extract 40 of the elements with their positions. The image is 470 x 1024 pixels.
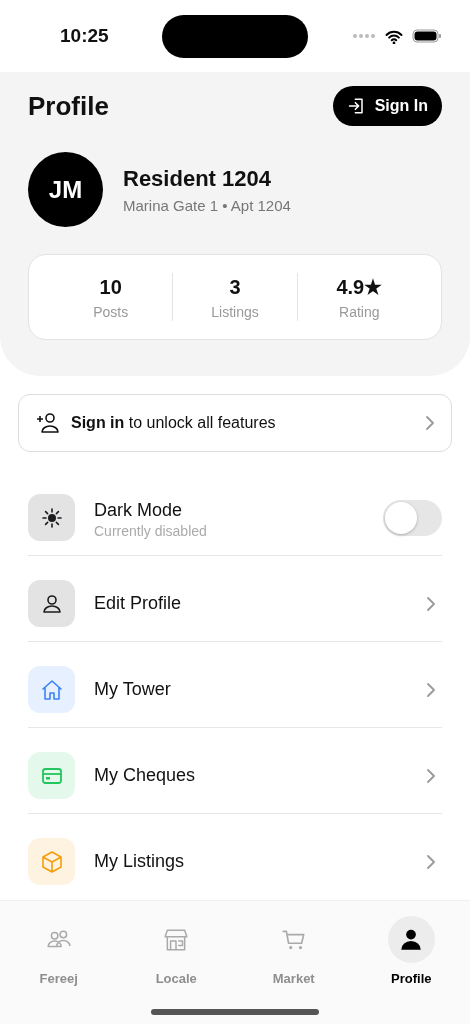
menu-label: My Tower (94, 678, 172, 701)
signal-icon (352, 33, 376, 39)
sign-in-button[interactable]: Sign In (332, 86, 442, 126)
banner-text: Sign in to unlock all features (71, 413, 277, 433)
wifi-icon (384, 28, 404, 44)
menu-label: My Listings (94, 850, 186, 873)
status-time: 10:25 (60, 23, 110, 48)
stat-value: 10 (99, 274, 122, 300)
menu-subtitle: Currently disabled (94, 524, 208, 538)
stat-label: Posts (93, 302, 129, 322)
cube-icon (39, 849, 64, 874)
toggle-switch[interactable] (383, 499, 442, 536)
menu-row[interactable]: My Listings (28, 814, 442, 885)
battery-icon (412, 29, 442, 43)
menu-label: Edit Profile (94, 592, 183, 615)
page-title: Profile (28, 89, 109, 123)
menu-label: Dark Mode (94, 499, 184, 522)
menu-row[interactable]: My Tower (28, 642, 442, 728)
chevron-icon (426, 681, 436, 698)
stat-label: Listings (211, 302, 259, 322)
menu-row[interactable]: Dark Mode Currently disabled (28, 452, 442, 556)
menu-label: My Cheques (94, 764, 197, 787)
stat-value: 3 (229, 274, 241, 300)
stat-value: 4.9★ (336, 274, 383, 300)
chevron-icon (426, 767, 436, 784)
menu-row[interactable]: Edit Profile (28, 556, 442, 642)
add-user-icon (35, 411, 61, 435)
profile-name: Resident 1204 (123, 164, 272, 193)
stat-label: Rating (339, 302, 380, 322)
sun-icon (39, 505, 64, 530)
profile-address: Marina Gate 1 • Apt 1204 (123, 195, 291, 216)
house-icon (39, 677, 64, 702)
chevron-icon (425, 415, 435, 431)
shop-icon (163, 926, 190, 953)
menu-row[interactable]: My Cheques (28, 728, 442, 814)
sign-in-banner[interactable]: Sign in to unlock all features (18, 394, 452, 452)
tab-button[interactable]: Profile (352, 915, 470, 990)
chevron-icon (426, 853, 436, 870)
chevron-icon (426, 595, 436, 612)
avatar-initials: JM (28, 152, 103, 227)
